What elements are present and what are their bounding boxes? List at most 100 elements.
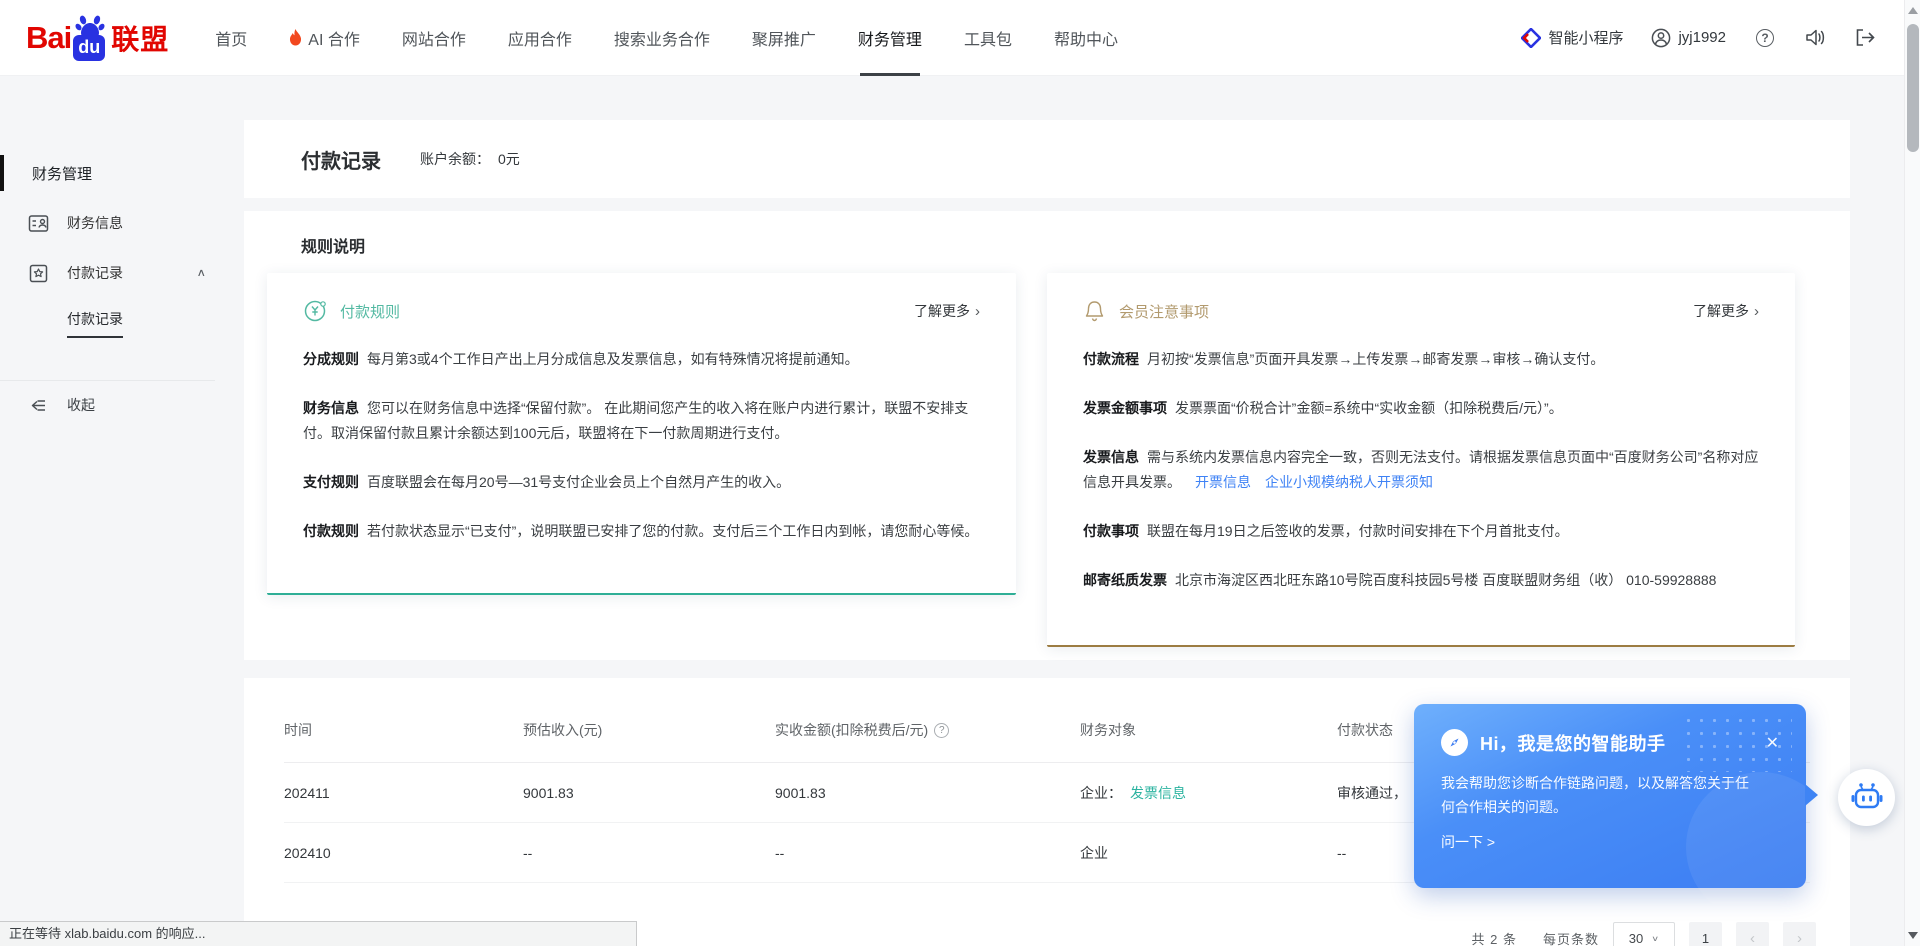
panel-title: 付款规则 bbox=[340, 301, 400, 322]
chevron-up-icon[interactable]: ∧ bbox=[196, 267, 206, 280]
logo-text-union: 联盟 bbox=[111, 18, 169, 58]
payment-record-icon bbox=[28, 263, 49, 284]
rule-item: 发票信息需与系统内发票信息内容完全一致，否则无法支付。请根据发票信息页面中“百度… bbox=[1083, 445, 1759, 495]
cell-estimated: -- bbox=[523, 845, 775, 861]
col-estimated: 预估收入(元) bbox=[523, 720, 775, 740]
rule-item: 邮寄纸质发票北京市海淀区西北旺东路10号院百度科技园5号楼 百度联盟财务组（收）… bbox=[1083, 568, 1759, 593]
sidebar-collapse-label: 收起 bbox=[67, 395, 95, 415]
close-icon[interactable]: ✕ bbox=[1766, 733, 1779, 753]
column-help-icon[interactable]: ? bbox=[934, 723, 949, 738]
scroll-down-arrow[interactable] bbox=[1908, 932, 1918, 939]
invoice-info-link[interactable]: 开票信息 bbox=[1195, 474, 1251, 490]
finance-info-icon bbox=[28, 213, 49, 234]
page-scrollbar[interactable] bbox=[1904, 0, 1920, 946]
invoice-info-cell-link[interactable]: 发票信息 bbox=[1130, 785, 1186, 801]
learn-more-link[interactable]: 了解更多 › bbox=[914, 301, 980, 321]
payment-rules-panel: 付款规则 了解更多 › 分成规则每月第3或4个工作日产出上月分成信息及发票信息，… bbox=[267, 273, 1016, 595]
nav-item-ai[interactable]: AI 合作 bbox=[289, 0, 360, 76]
small-taxpayer-guide-link[interactable]: 企业小规模纳税人开票须知 bbox=[1265, 474, 1433, 490]
caret-down-icon: ∨ bbox=[1651, 934, 1659, 943]
nav-item-help-center[interactable]: 帮助中心 bbox=[1054, 0, 1118, 76]
page-title: 付款记录 bbox=[301, 145, 381, 174]
account-balance: 账户余额： 0元 bbox=[420, 149, 520, 169]
cell-received: 9001.83 bbox=[775, 785, 1080, 801]
rule-panels: 付款规则 了解更多 › 分成规则每月第3或4个工作日产出上月分成信息及发票信息，… bbox=[267, 273, 1795, 647]
sidebar-item-payment-records[interactable]: 付款记录 ∧ bbox=[0, 258, 244, 288]
cell-estimated: 9001.83 bbox=[523, 785, 775, 801]
user-icon bbox=[1651, 28, 1671, 48]
cell-time: 202411 bbox=[284, 785, 523, 801]
learn-more-link[interactable]: 了解更多 › bbox=[1693, 301, 1759, 321]
nav-item-website[interactable]: 网站合作 bbox=[402, 0, 466, 76]
rule-item: 付款规则若付款状态显示“已支付”，说明联盟已安排了您的付款。支付后三个工作日内到… bbox=[303, 519, 980, 544]
rule-item: 支付规则百度联盟会在每月20号—31号支付企业会员上个自然月产生的收入。 bbox=[303, 470, 980, 495]
rule-item: 付款事项联盟在每月19日之后签收的发票，付款时间安排在下个月首批支付。 bbox=[1083, 519, 1759, 544]
browser-status-text: 正在等待 xlab.baidu.com 的响应... bbox=[0, 921, 637, 946]
collapse-icon bbox=[28, 395, 49, 416]
assistant-popup: Hi，我是您的智能助手 ✕ 我会帮助您诊断合作链路问题，以及解答您关于任何合作相… bbox=[1414, 704, 1806, 888]
sidebar-item-label: 财务信息 bbox=[67, 213, 123, 233]
nav-item-toolkit[interactable]: 工具包 bbox=[964, 0, 1012, 76]
flame-icon bbox=[289, 29, 302, 46]
cell-finance-object: 企业 bbox=[1080, 843, 1337, 863]
total-count: 共 2 条 bbox=[1472, 929, 1517, 946]
sidebar-title: 财务管理 bbox=[0, 158, 244, 188]
user-account[interactable]: jyj1992 bbox=[1651, 28, 1726, 48]
navbar-right: 智能小程序 jyj1992 ? bbox=[1521, 27, 1876, 49]
speaker-icon bbox=[1805, 28, 1826, 47]
sidebar-item-finance-info[interactable]: 财务信息 bbox=[0, 208, 244, 238]
per-page-label: 每页条数 bbox=[1543, 929, 1599, 946]
assistant-title: Hi，我是您的智能助手 bbox=[1480, 730, 1666, 756]
cell-received: -- bbox=[775, 845, 1080, 861]
logout-icon bbox=[1855, 28, 1876, 47]
cell-time: 202410 bbox=[284, 845, 523, 861]
member-notes-panel: 会员注意事项 了解更多 › 付款流程月初按“发票信息”页面开具发票→上传发票→邮… bbox=[1047, 273, 1795, 647]
prev-page-button[interactable]: ‹ bbox=[1736, 922, 1769, 946]
robot-icon bbox=[1850, 782, 1884, 814]
rule-item: 分成规则每月第3或4个工作日产出上月分成信息及发票信息，如有特殊情况将提前通知。 bbox=[303, 347, 980, 372]
nav-item-juping[interactable]: 聚屏推广 bbox=[752, 0, 816, 76]
rule-item: 财务信息您可以在财务信息中选择“保留付款”。 在此期间您产生的收入将在账户内进行… bbox=[303, 396, 980, 446]
smart-miniapp-entry[interactable]: 智能小程序 bbox=[1521, 27, 1623, 48]
announcement-sound-button[interactable] bbox=[1804, 27, 1826, 49]
scroll-up-arrow[interactable] bbox=[1908, 7, 1918, 14]
sidebar-collapse-button[interactable]: 收起 bbox=[0, 390, 244, 420]
logo-text-bai: Bai bbox=[26, 20, 71, 56]
baidu-union-logo[interactable]: Bai du 联盟 bbox=[26, 15, 169, 61]
next-page-button[interactable]: › bbox=[1783, 922, 1816, 946]
page-number-button[interactable]: 1 bbox=[1689, 922, 1722, 946]
nav-item-finance[interactable]: 财务管理 bbox=[858, 0, 922, 76]
sidebar-subitem-label: 付款记录 bbox=[67, 309, 123, 338]
balance-label: 账户余额： bbox=[420, 151, 490, 167]
rule-item: 发票金额事项发票票面“价税合计”金额=系统中“实收金额（扣除税费后/元）”。 bbox=[1083, 396, 1759, 421]
coin-icon bbox=[303, 299, 327, 323]
balance-value: 0元 bbox=[498, 151, 520, 167]
assistant-fab-button[interactable] bbox=[1838, 769, 1895, 826]
sidebar-item-label: 付款记录 bbox=[67, 263, 123, 283]
cell-finance-object: 企业：发票信息 bbox=[1080, 783, 1337, 803]
nav-item-home[interactable]: 首页 bbox=[215, 0, 247, 76]
nav-item-app[interactable]: 应用合作 bbox=[508, 0, 572, 76]
rules-title: 规则说明 bbox=[301, 233, 1850, 257]
bell-icon bbox=[1083, 299, 1106, 323]
chevron-right-icon: › bbox=[975, 303, 980, 320]
screen: Bai du 联盟 首页 AI 合作 网站合作 应用合作 搜索业务合 bbox=[0, 0, 1920, 946]
chevron-right-icon: › bbox=[1754, 303, 1759, 320]
assistant-compass-icon bbox=[1441, 729, 1468, 756]
scrollbar-thumb[interactable] bbox=[1907, 24, 1919, 152]
pagination: 共 2 条 每页条数 30 ∨ 1 ‹ › bbox=[1472, 922, 1816, 946]
panel-title: 会员注意事项 bbox=[1119, 301, 1209, 322]
top-navbar: Bai du 联盟 首页 AI 合作 网站合作 应用合作 搜索业务合 bbox=[0, 0, 1904, 76]
sidebar-subitem-payment-records[interactable]: 付款记录 bbox=[0, 308, 244, 338]
logo-text-du: du bbox=[73, 35, 105, 61]
col-finance-object: 财务对象 bbox=[1080, 720, 1337, 740]
rule-item: 付款流程月初按“发票信息”页面开具发票→上传发票→邮寄发票→审核→确认支付。 bbox=[1083, 347, 1759, 372]
help-button[interactable]: ? bbox=[1754, 27, 1776, 49]
miniapp-icon bbox=[1521, 28, 1541, 48]
col-time: 时间 bbox=[284, 720, 523, 740]
col-received: 实收金额(扣除税费后/元) ? bbox=[775, 720, 1080, 740]
logout-button[interactable] bbox=[1854, 27, 1876, 49]
per-page-select[interactable]: 30 ∨ bbox=[1613, 922, 1675, 946]
page-header-card: 付款记录 账户余额： 0元 bbox=[244, 120, 1850, 198]
nav-item-search-biz[interactable]: 搜索业务合作 bbox=[614, 0, 710, 76]
